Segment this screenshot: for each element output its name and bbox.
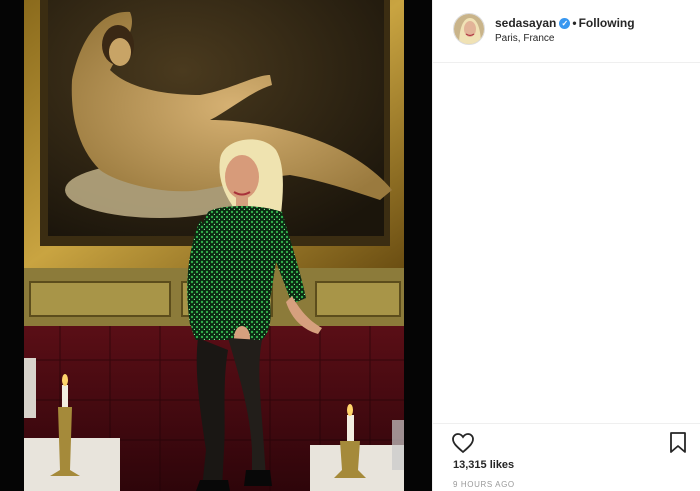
action-bar [433,423,700,464]
username-link[interactable]: sedasayan [495,16,556,30]
separator-dot: • [572,16,577,30]
avatar-image [454,14,484,44]
following-button[interactable]: Following [579,16,635,30]
verified-badge-icon: ✓ [559,18,571,29]
post-timestamp: 9 HOURS AGO [453,480,515,489]
post-author: sedasayan ✓ • Following [495,16,635,30]
post-header: sedasayan ✓ • Following Paris, France [433,0,700,63]
post-photo[interactable] [0,0,432,491]
heart-icon[interactable] [451,431,475,455]
bookmark-icon[interactable] [669,432,687,454]
photo-illustration [0,0,432,491]
likes-count[interactable]: 13,315 likes [453,459,514,471]
location-link[interactable]: Paris, France [495,33,554,44]
post-sidebar: sedasayan ✓ • Following Paris, France 13,31… [432,0,700,491]
avatar[interactable] [453,13,485,45]
